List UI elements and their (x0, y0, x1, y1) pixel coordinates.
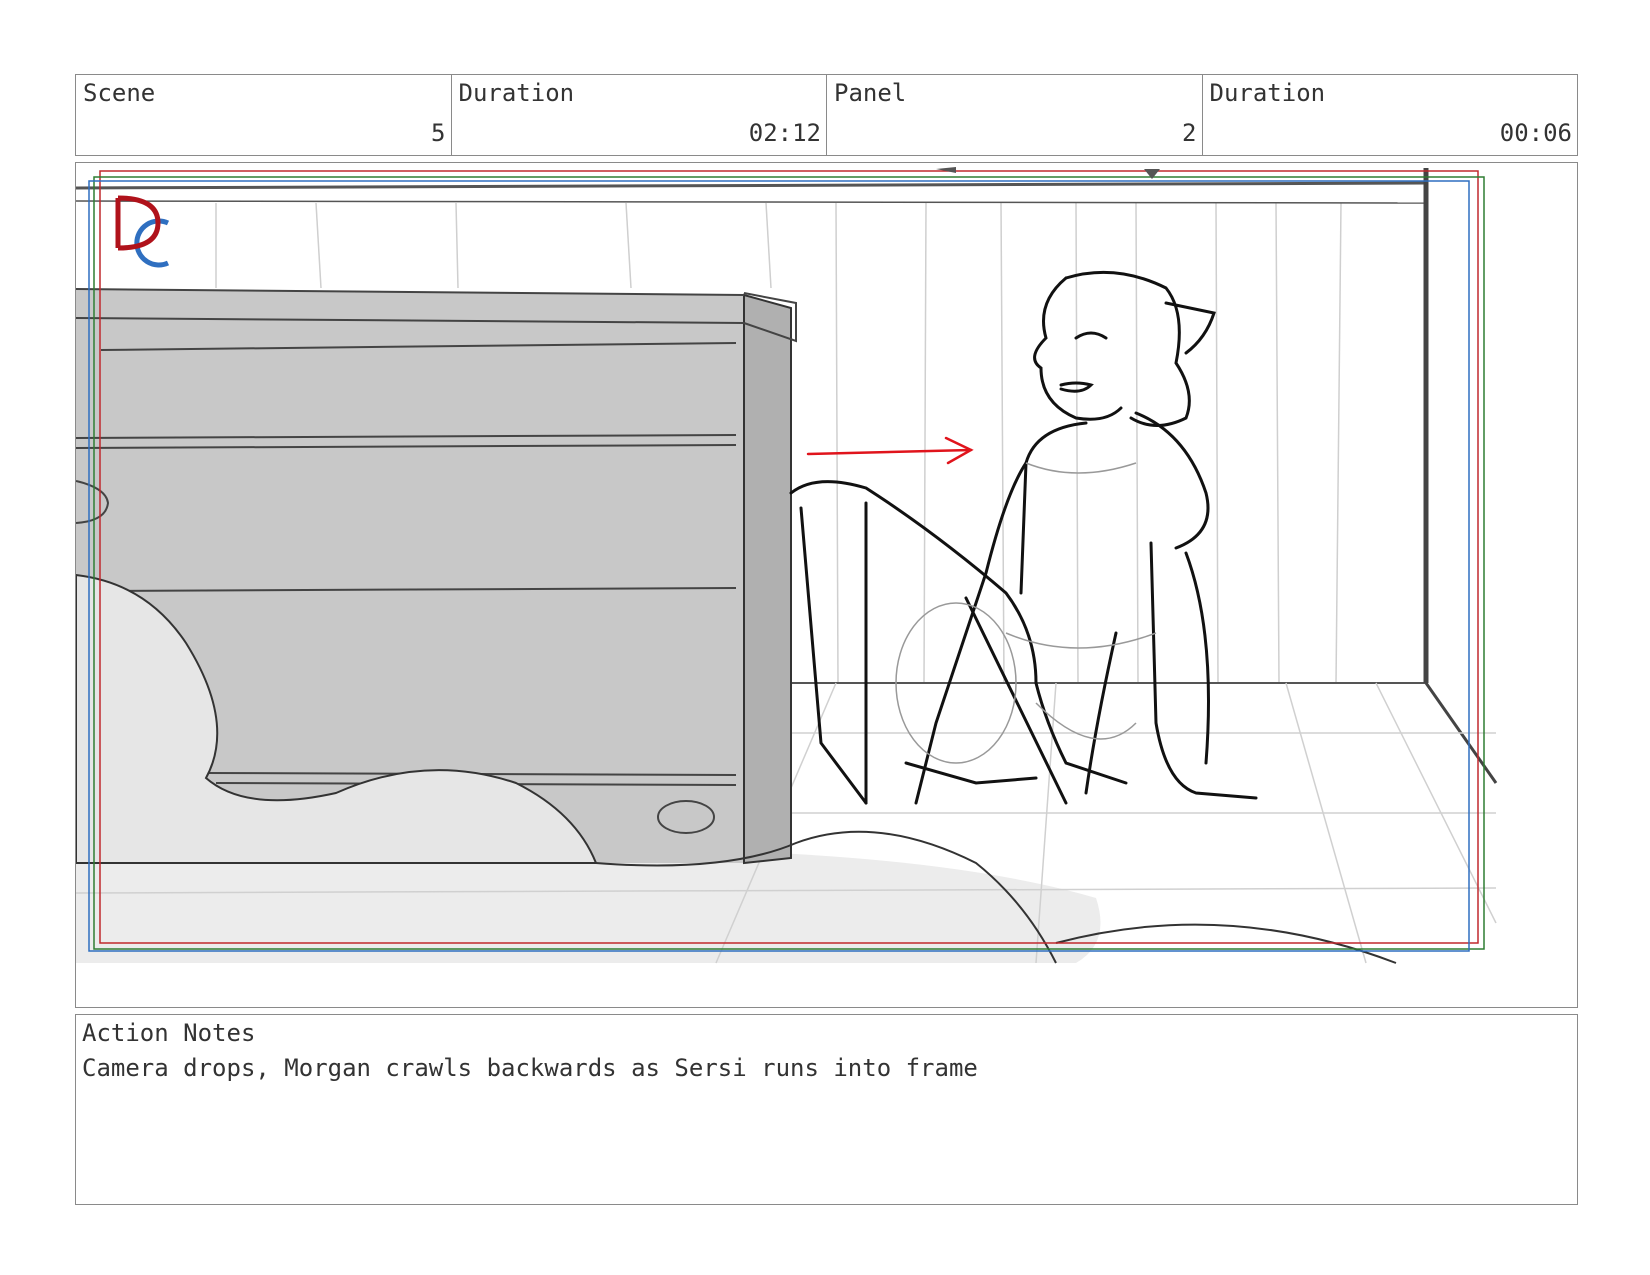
scene-cell: Scene 5 (76, 75, 452, 155)
scene-label: Scene (83, 79, 156, 107)
panel-info-header: Scene 5 Duration 02:12 Panel 2 Duration … (75, 74, 1578, 156)
foreground-curve-2 (1055, 923, 1397, 964)
scene-duration-value: 02:12 (748, 119, 821, 147)
action-notes-title: Action Notes (82, 1019, 256, 1047)
scene-duration-cell: Duration 02:12 (452, 75, 827, 155)
floor-shadow (76, 853, 1101, 963)
panel-label: Panel (834, 79, 907, 107)
dc-logo-mark (115, 195, 170, 268)
frame-marker-2 (936, 167, 956, 173)
scene-duration-label: Duration (458, 79, 575, 107)
storyboard-panel (75, 162, 1578, 1008)
scene-number: 5 (431, 119, 446, 147)
panel-number: 2 (1182, 119, 1197, 147)
panel-duration-label: Duration (1209, 79, 1326, 107)
motion-arrow (806, 436, 974, 465)
panel-sketch (76, 167, 1498, 964)
character-sketch (789, 270, 1258, 805)
panel-duration-value: 00:06 (1499, 119, 1572, 147)
panel-duration-cell: Duration 00:06 (1203, 75, 1578, 155)
dresser-side (743, 293, 792, 865)
action-notes-box: Action Notes Camera drops, Morgan crawls… (75, 1014, 1578, 1205)
panel-cell: Panel 2 (827, 75, 1203, 155)
action-notes-text: Camera drops, Morgan crawls backwards as… (82, 1054, 978, 1082)
